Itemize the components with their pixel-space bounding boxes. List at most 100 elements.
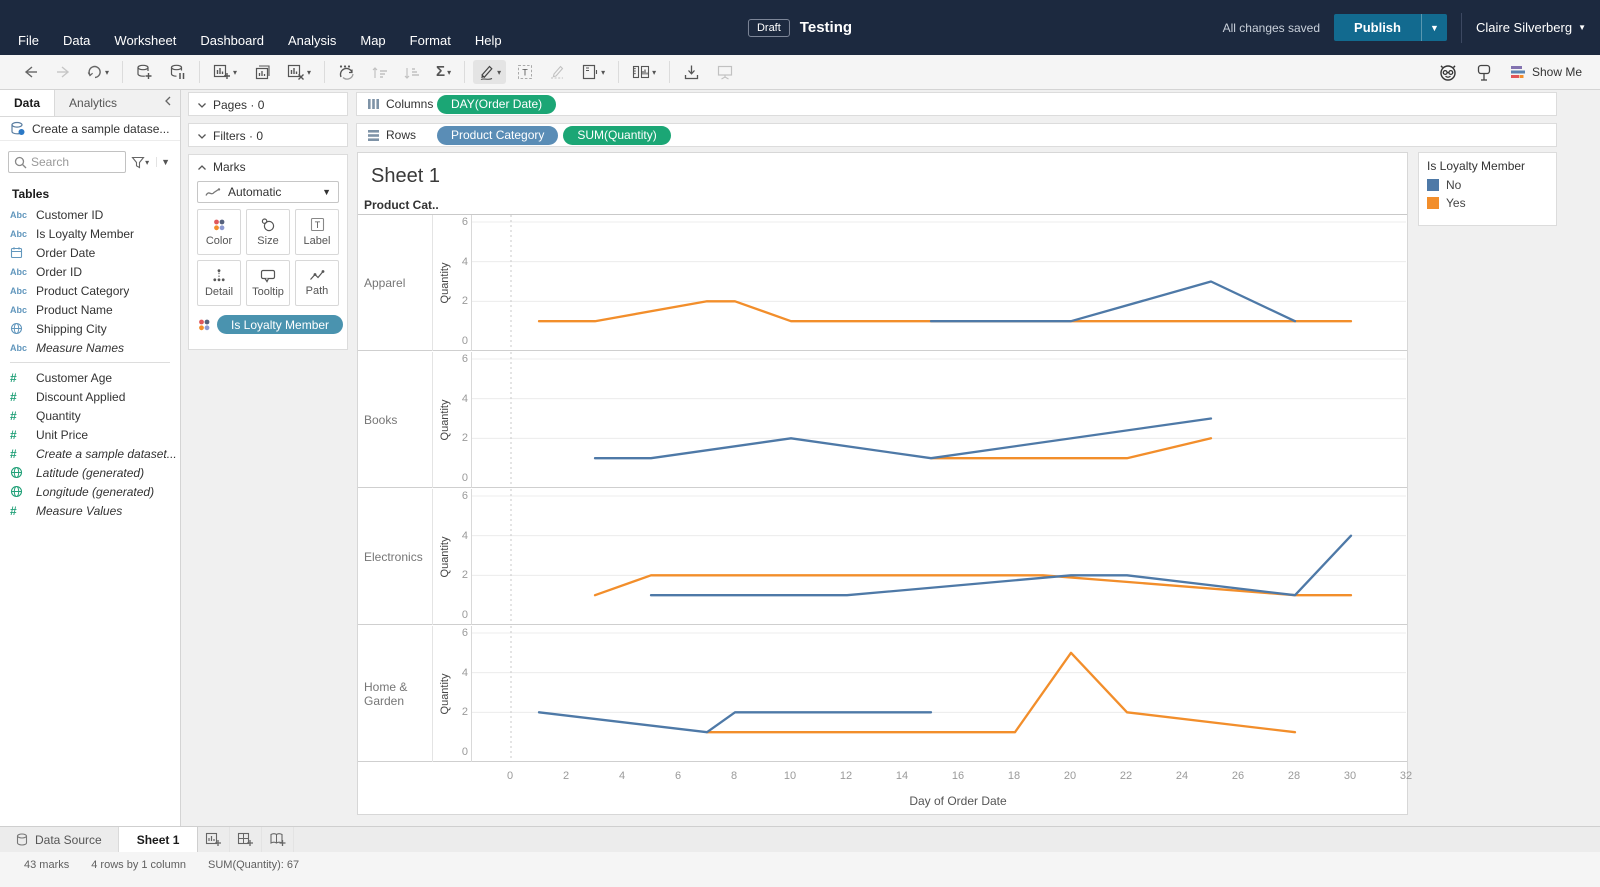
rows-icon (367, 129, 380, 141)
toolbar: ▾▾▾Σ▾▾T▾▾ Show Me (0, 55, 1600, 90)
workbook-title: Testing (800, 19, 852, 36)
field-shipping-city[interactable]: Shipping City (0, 319, 180, 338)
field-product-name[interactable]: AbcProduct Name (0, 300, 180, 319)
field-order-id[interactable]: AbcOrder ID (0, 262, 180, 281)
number-field-icon: # (10, 447, 36, 461)
publish-caret-button[interactable]: ▼ (1421, 14, 1447, 41)
marks-button-size[interactable]: Size (246, 209, 290, 255)
marks-button-tooltip[interactable]: Tooltip (246, 260, 290, 306)
clear-sheet-button[interactable]: ▾ (282, 60, 316, 84)
number-field-icon: # (10, 428, 36, 442)
y-tick-label: 2 (462, 706, 468, 718)
menu-format[interactable]: Format (410, 33, 451, 48)
new-worksheet-button[interactable]: ▾ (208, 60, 242, 84)
duplicate-sheet-button[interactable] (248, 60, 276, 84)
sort-ascending-button (367, 61, 393, 84)
user-menu[interactable]: Claire Silverberg ▼ (1476, 20, 1586, 35)
menu-data[interactable]: Data (63, 33, 90, 48)
sort-descending-button (399, 61, 425, 84)
marks-button-detail[interactable]: Detail (197, 260, 241, 306)
legend-item-yes[interactable]: Yes (1427, 196, 1548, 210)
filters-card[interactable]: Filters · 0 (188, 123, 348, 147)
menu-worksheet[interactable]: Worksheet (114, 33, 176, 48)
show-cards-button[interactable]: ▾ (627, 60, 661, 84)
create-sample-dataset-link[interactable]: Create a sample datase... (0, 117, 180, 141)
line-series-yes (595, 575, 1351, 595)
marks-pill-loyalty-member[interactable]: Is Loyalty Member (217, 315, 343, 334)
tab-analytics[interactable]: Analytics (55, 90, 131, 116)
facet-plot[interactable] (471, 215, 1406, 351)
new-worksheet-button[interactable] (198, 827, 230, 852)
einstein-assistant-icon[interactable] (1438, 63, 1458, 82)
download-button[interactable] (678, 60, 705, 84)
pill-sum-quantity[interactable]: SUM(Quantity) (563, 126, 670, 145)
marks-button-label: Size (257, 235, 278, 247)
field-measure-names[interactable]: AbcMeasure Names (0, 338, 180, 357)
pane-options-button[interactable]: ▼ (156, 157, 174, 167)
mark-labels-button[interactable]: T (512, 60, 538, 84)
toolbar-group: ▾T▾ (465, 60, 618, 84)
add-data-button[interactable] (131, 60, 158, 84)
pill-day-order-date[interactable]: DAY(Order Date) (437, 95, 556, 114)
field-customer-id[interactable]: AbcCustomer ID (0, 205, 180, 224)
fit-button[interactable]: ▾ (576, 60, 610, 84)
marks-button-color[interactable]: Color (197, 209, 241, 255)
facet-plot[interactable] (471, 489, 1406, 625)
highlight-button[interactable]: ▾ (473, 60, 506, 84)
field-customer-age[interactable]: #Customer Age (0, 368, 180, 387)
show-me-button[interactable]: Show Me (1510, 65, 1582, 79)
menu-analysis[interactable]: Analysis (288, 33, 336, 48)
path-icon (309, 269, 325, 282)
facet-plot[interactable] (471, 352, 1406, 488)
tab-data-source[interactable]: Data Source (0, 827, 119, 852)
pill-product-category[interactable]: Product Category (437, 126, 558, 145)
toolbar-group (123, 60, 199, 84)
field-order-date[interactable]: Order Date (0, 243, 180, 262)
line-series-yes (539, 301, 1351, 321)
field-discount-applied[interactable]: #Discount Applied (0, 387, 180, 406)
field-product-category[interactable]: AbcProduct Category (0, 281, 180, 300)
facet-category-label: Electronics (358, 489, 433, 625)
columns-shelf[interactable]: Columns DAY(Order Date) (356, 92, 1557, 116)
field-create-a-sample-dataset[interactable]: #Create a sample dataset... (0, 444, 180, 463)
new-story-button[interactable] (262, 827, 294, 852)
totals-button[interactable]: Σ▾ (431, 61, 456, 83)
new-dashboard-button[interactable] (230, 827, 262, 852)
marks-button-path[interactable]: Path (295, 260, 339, 306)
search-box[interactable] (8, 151, 126, 173)
field-is-loyalty-member[interactable]: AbcIs Loyalty Member (0, 224, 180, 243)
field-label: Customer ID (36, 208, 103, 222)
y-tick-label: 2 (462, 432, 468, 444)
menu-file[interactable]: File (18, 33, 39, 48)
x-tick-label: 10 (777, 770, 803, 782)
marks-button-label[interactable]: TLabel (295, 209, 339, 255)
refresh-button[interactable]: ▾ (82, 61, 114, 83)
undo-icon (23, 65, 39, 79)
field-measure-values[interactable]: #Measure Values (0, 501, 180, 520)
field-label: Discount Applied (36, 390, 125, 404)
pause-updates-button[interactable] (164, 60, 191, 84)
x-axis: Day of Order Date 0246810121416182022242… (358, 763, 1407, 815)
swap-axes-button[interactable] (333, 60, 361, 84)
undo-button[interactable] (18, 61, 44, 83)
facet-plot[interactable] (471, 626, 1406, 762)
publish-button[interactable]: Publish (1334, 14, 1421, 41)
explain-data-icon[interactable] (1474, 63, 1494, 82)
menu-help[interactable]: Help (475, 33, 502, 48)
legend-item-no[interactable]: No (1427, 178, 1548, 192)
collapse-pane-button[interactable] (156, 90, 180, 116)
field-latitude-generated[interactable]: Latitude (generated) (0, 463, 180, 482)
menu-dashboard[interactable]: Dashboard (200, 33, 264, 48)
tab-sheet-1[interactable]: Sheet 1 (119, 827, 199, 852)
filter-fields-button[interactable]: ▾ (131, 156, 149, 169)
field-quantity[interactable]: #Quantity (0, 406, 180, 425)
tab-data[interactable]: Data (0, 90, 55, 116)
marks-pill-row: Is Loyalty Member (197, 315, 339, 334)
field-longitude-generated[interactable]: Longitude (generated) (0, 482, 180, 501)
rows-shelf[interactable]: Rows Product CategorySUM(Quantity) (356, 123, 1557, 147)
field-unit-price[interactable]: #Unit Price (0, 425, 180, 444)
mark-type-select[interactable]: Automatic ▼ (197, 181, 339, 203)
pages-card[interactable]: Pages · 0 (188, 92, 348, 116)
search-input[interactable] (31, 155, 101, 169)
menu-map[interactable]: Map (360, 33, 385, 48)
